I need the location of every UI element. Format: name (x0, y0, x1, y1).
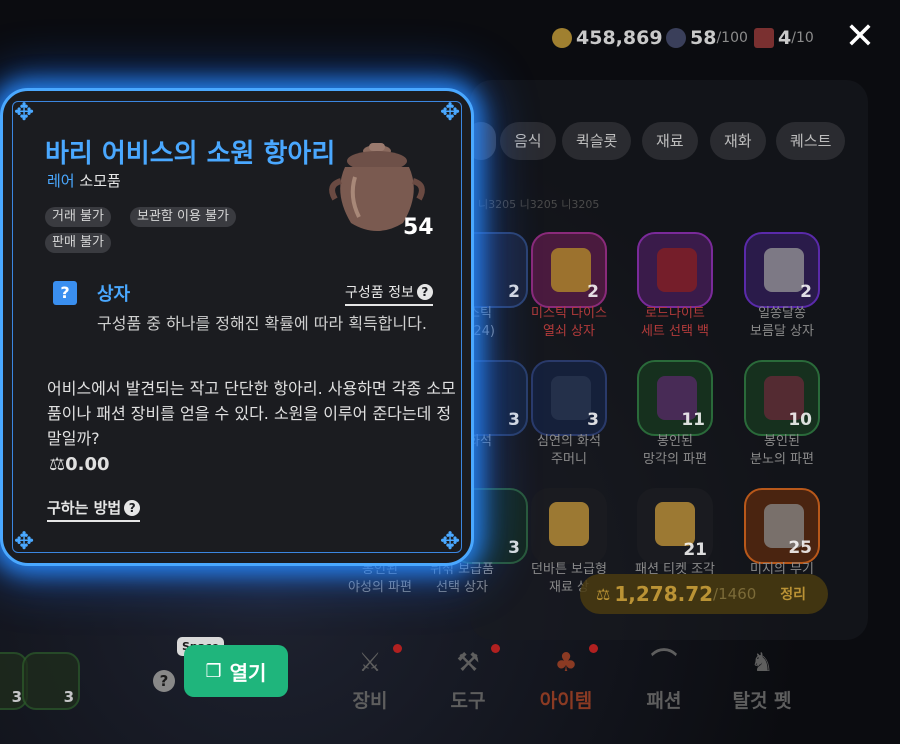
open-button[interactable]: ❒ 열기 (184, 645, 288, 697)
gift-box-icon (551, 248, 591, 292)
ticket-icon (754, 28, 774, 48)
weight-icon: ⚖ (49, 454, 66, 475)
item-slot[interactable]: 3 (531, 360, 607, 436)
item-slot[interactable]: 2 (531, 232, 607, 308)
tab-food[interactable]: 음식 (500, 122, 556, 160)
moon-box-icon (764, 248, 804, 292)
slot-label: 봉인된 분노의 파편 (750, 434, 814, 467)
box-type-label: 상자 (97, 284, 131, 305)
gift-bag-icon (657, 248, 697, 292)
how-to-get-link[interactable]: 구하는 방법? (47, 497, 141, 522)
item-rarity: 레어 소모품 (47, 172, 121, 190)
slot-label: 일쏭달쏭 보름달 상자 (750, 306, 814, 339)
item-slot[interactable]: 21 (637, 488, 713, 564)
hanger-icon: ⌒ (650, 648, 677, 678)
fossil-pouch-icon (551, 376, 591, 420)
slot-label: 미스틱 다이스 열쇠 상자 (531, 306, 607, 339)
weight-icon: ⚖ (596, 584, 611, 604)
bottom-nav: ⚔ 장비 ⚒ 도구 ♣ 아이템 ⌒ 패션 ♞ 탈것 펫 (330, 640, 850, 720)
close-icon[interactable]: ✕ (844, 19, 876, 55)
slot-label: 뒤섞 보급품 선택 상자 (430, 562, 494, 595)
corner-ornament-icon: ✥ (13, 98, 35, 126)
gold-coin-icon (552, 28, 572, 48)
item-tooltip: ✥ ✥ ✥ ✥ 바리 어비스의 소원 항아리 레어 소모품 거래 불가 보관함 … (0, 88, 474, 566)
tag-no-trade: 거래 불가 (45, 207, 111, 227)
question-icon: ? (416, 284, 433, 300)
item-slot[interactable]: 2 (744, 232, 820, 308)
item-flavor-text: 어비스에서 발견되는 작고 단단한 항아리. 사용하면 각종 소모품이나 패션 … (47, 379, 456, 448)
corner-ornament-icon: ✥ (439, 98, 461, 126)
nav-fashion[interactable]: ⌒ 패션 (624, 640, 704, 713)
item-slot[interactable]: 10 (744, 360, 820, 436)
inventory-weight-bar: ⚖ 1,278.72/1460 정리 (580, 574, 828, 614)
slot-label: 심연의 화석 주머니 (537, 434, 601, 467)
question-icon: ? (124, 500, 141, 516)
nav-mount-pet[interactable]: ♞ 탈것 펫 (722, 640, 802, 713)
gold-counter: 458,869 (552, 24, 663, 52)
notification-dot (491, 644, 500, 653)
notification-dot (393, 644, 402, 653)
tag-no-storage: 보관함 이용 불가 (130, 207, 236, 227)
horse-icon: ♞ (750, 648, 774, 678)
item-slot[interactable]: 11 (637, 360, 713, 436)
box-description: 구성품 중 하나를 정해진 확률에 따라 획득합니다. (97, 314, 428, 333)
corner-ornament-icon: ✥ (13, 527, 35, 555)
ticket-counter: 4/10 (754, 24, 814, 52)
gem-counter: 58/100 (666, 24, 748, 52)
inventory-tabs: 음식 퀵슬롯 재료 재화 퀘스트 (466, 122, 860, 162)
slot-label: 봉인된 망각의 파편 (643, 434, 707, 467)
notification-dot (589, 644, 598, 653)
gem-icon (666, 28, 686, 48)
sort-button[interactable]: 정리 (780, 584, 806, 604)
item-slot[interactable] (637, 232, 713, 308)
sword-icon: ⚔ (358, 648, 382, 678)
tab-quest[interactable]: 퀘스트 (776, 122, 846, 160)
item-weight: ⚖0.00 (49, 454, 110, 475)
item-slot[interactable]: 25 (744, 488, 820, 564)
corner-ornament-icon: ✥ (439, 527, 461, 555)
bag-icon: ♣ (554, 648, 578, 678)
tab-currency[interactable]: 재화 (710, 122, 766, 160)
tab-quickslot[interactable]: 퀵슬롯 (562, 122, 632, 160)
box-icon: ❒ (205, 660, 222, 682)
gift-icon: ? (53, 281, 77, 305)
tag-no-sale: 판매 불가 (45, 233, 111, 253)
supply-box-icon (549, 502, 589, 546)
slot-label: 로드나이트 세트 선택 백 (640, 306, 710, 339)
axe-icon: ⚒ (456, 648, 480, 678)
tab-materials[interactable]: 재료 (642, 122, 698, 160)
help-icon[interactable]: ? (153, 670, 175, 692)
counts-row: 니3205 니3205 니3205 (478, 198, 600, 211)
item-title: 바리 어비스의 소원 항아리 (45, 139, 336, 169)
quickslot[interactable]: 3 (22, 652, 80, 710)
item-quantity: 54 (403, 215, 434, 240)
item-slot[interactable] (531, 488, 607, 564)
contents-info-link[interactable]: 구성품 정보? (345, 282, 433, 306)
